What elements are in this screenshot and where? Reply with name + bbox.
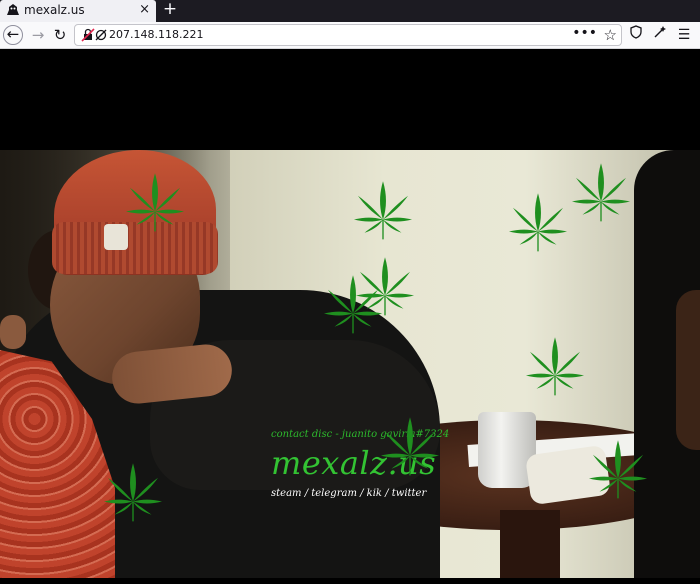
insecure-lock-icon [81, 28, 95, 42]
page-actions-more-icon[interactable]: ••• [572, 25, 597, 41]
tab-active[interactable]: mexalz.us × [0, 0, 156, 22]
page-content: contact disc - juanito gaviria#7324 mexa… [0, 50, 700, 584]
link-telegram[interactable]: telegram [311, 488, 357, 499]
background-photo: contact disc - juanito gaviria#7324 mexa… [0, 150, 700, 578]
cannabis-leaf-icon [320, 270, 386, 336]
reload-icon[interactable]: ↻ [50, 25, 70, 45]
new-tab-button[interactable]: + [162, 0, 178, 20]
cannabis-leaf-icon [377, 412, 443, 478]
cannabis-leaf-icon [522, 332, 588, 398]
cannabis-leaf-icon [350, 176, 416, 242]
url-bar[interactable]: 207.148.118.221 ••• ☆ [74, 24, 622, 46]
tab-title: mexalz.us [24, 3, 85, 17]
cannabis-leaf-icon [585, 435, 651, 501]
tab-close-icon[interactable]: × [139, 2, 150, 17]
bookmark-star-icon[interactable]: ☆ [604, 26, 617, 44]
forward-arrow-icon[interactable]: → [28, 25, 48, 45]
site-favicon-icon [7, 4, 19, 15]
cannabis-leaf-icon [100, 458, 166, 524]
extension-icon[interactable] [650, 25, 670, 45]
url-text[interactable]: 207.148.118.221 [109, 28, 203, 41]
back-arrow-icon[interactable]: ← [3, 25, 23, 45]
link-steam[interactable]: steam [271, 488, 302, 499]
permissions-icon[interactable] [94, 28, 108, 42]
cannabis-leaf-icon [122, 168, 188, 234]
menu-icon[interactable]: ☰ [674, 25, 694, 45]
tab-strip: mexalz.us × + [0, 0, 700, 22]
shield-icon[interactable] [626, 25, 646, 45]
cannabis-leaf-icon [505, 188, 571, 254]
link-kik[interactable]: kik [367, 488, 382, 499]
social-links: steam / telegram / kik / twitter [271, 488, 427, 499]
cannabis-leaf-icon [568, 158, 634, 224]
link-twitter[interactable]: twitter [392, 488, 427, 499]
navigation-bar: ← → ↻ 207.148.118.221 ••• ☆ ☰ [0, 22, 700, 49]
